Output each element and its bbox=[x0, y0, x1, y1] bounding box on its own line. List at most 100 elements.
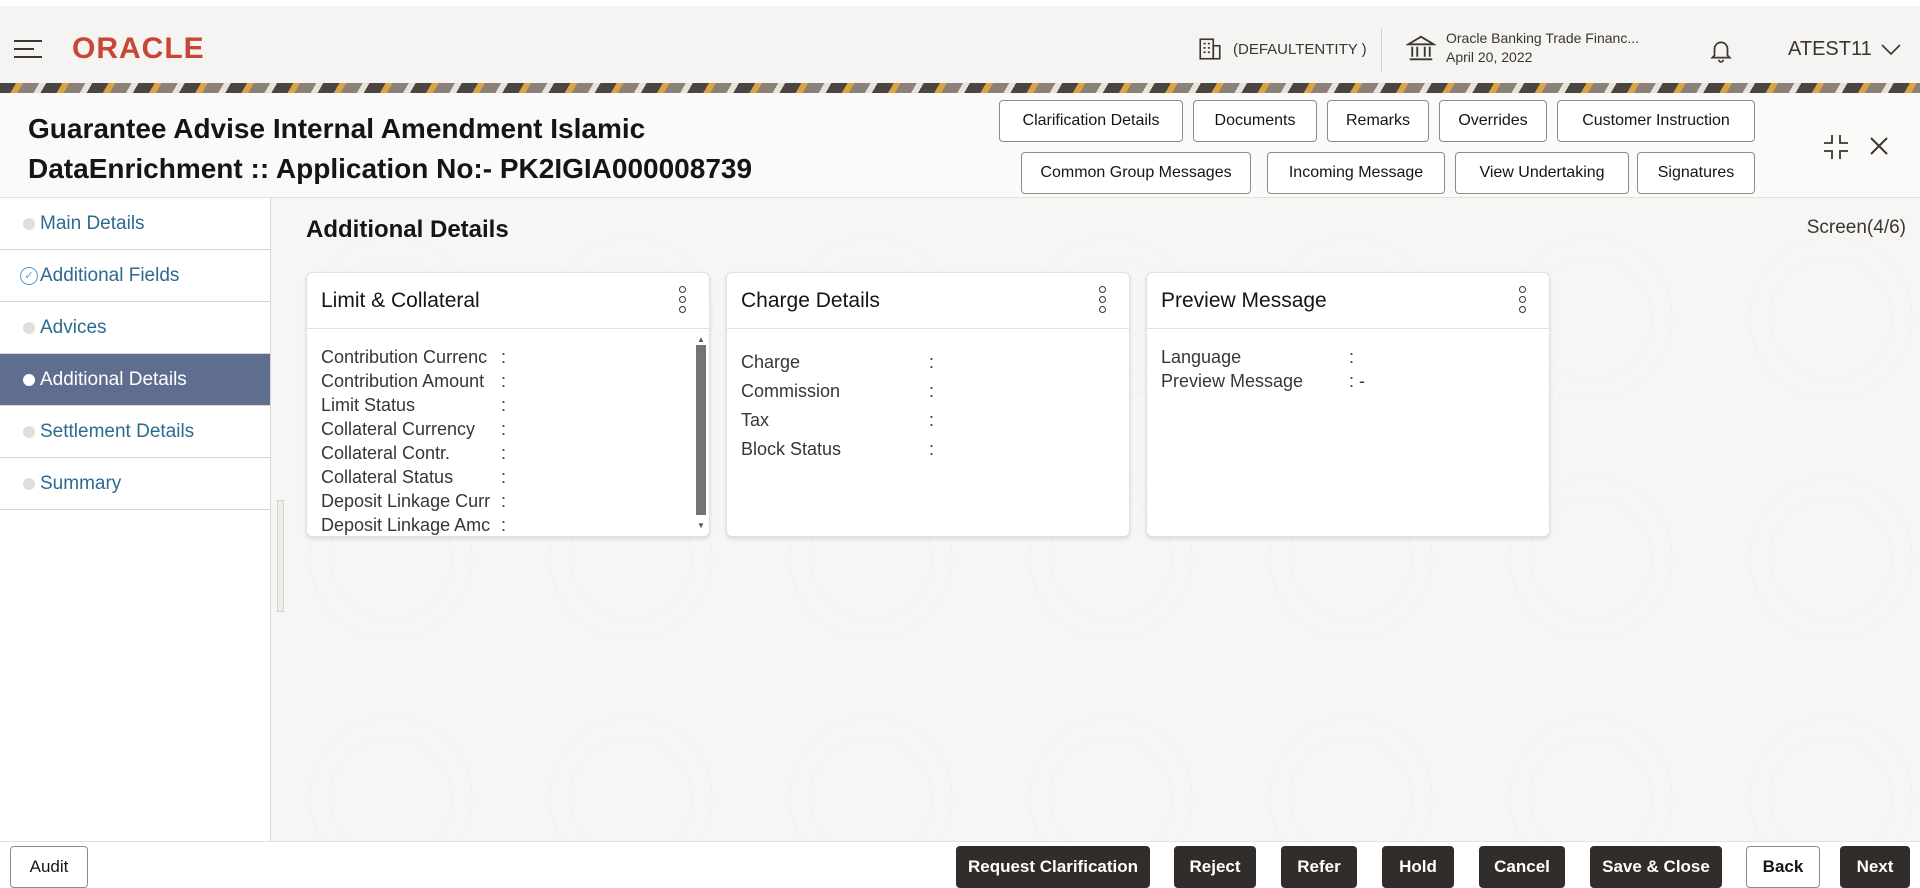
step-navigation: Main Details ✓ Additional Fields Advices… bbox=[0, 198, 271, 841]
collapse-icon[interactable] bbox=[1822, 133, 1850, 161]
field-value: : bbox=[501, 491, 507, 511]
back-button[interactable]: Back bbox=[1746, 846, 1820, 888]
card-fields: Contribution Currenc: Contribution Amoun… bbox=[321, 345, 506, 537]
overrides-button[interactable]: Overrides bbox=[1439, 100, 1547, 142]
field-value: : bbox=[501, 371, 507, 391]
field-label: Charge bbox=[741, 352, 801, 372]
scroll-up-icon[interactable]: ▲ bbox=[697, 335, 705, 344]
field-row: Deposit Linkage Curr: bbox=[321, 489, 506, 513]
signatures-button[interactable]: Signatures bbox=[1637, 152, 1755, 194]
decorative-band bbox=[0, 83, 1920, 93]
sidebar-item-summary[interactable]: Summary bbox=[0, 458, 270, 510]
chevron-down-icon bbox=[1881, 43, 1901, 55]
notification-bell-icon[interactable] bbox=[1708, 36, 1734, 64]
divider bbox=[1381, 28, 1382, 72]
field-value: : bbox=[501, 347, 507, 367]
field-row: Contribution Amount: bbox=[321, 369, 506, 393]
card-header: Preview Message bbox=[1147, 273, 1549, 329]
step-dot-icon bbox=[23, 477, 35, 490]
field-row: Language: bbox=[1161, 345, 1365, 369]
card-title: Preview Message bbox=[1161, 288, 1327, 312]
sidebar-item-label: Main Details bbox=[40, 212, 145, 234]
scroll-thumb[interactable] bbox=[696, 345, 706, 515]
cancel-button[interactable]: Cancel bbox=[1479, 846, 1565, 888]
sidebar-item-advices[interactable]: Advices bbox=[0, 302, 270, 354]
user-menu[interactable]: ATEST11 bbox=[1788, 38, 1902, 61]
card-header: Charge Details bbox=[727, 273, 1129, 329]
field-label: Tax bbox=[741, 410, 770, 430]
kebab-menu-icon[interactable] bbox=[1519, 286, 1529, 316]
save-close-button[interactable]: Save & Close bbox=[1590, 846, 1722, 888]
sidebar-item-label: Additional Fields bbox=[40, 264, 180, 286]
field-label: Collateral Currency bbox=[321, 419, 476, 439]
entity-label: (DEFAULTENTITY ) bbox=[1233, 40, 1367, 58]
page-title-line2: DataEnrichment :: Application No:- PK2IG… bbox=[28, 153, 753, 184]
request-clarification-button[interactable]: Request Clarification bbox=[956, 846, 1150, 888]
hold-button[interactable]: Hold bbox=[1382, 846, 1454, 888]
top-bar: ORACLE (DEFAULTENTITY ) Oracle Banking T… bbox=[0, 0, 1920, 83]
field-row: Limit Status: bbox=[321, 393, 506, 417]
bank-name: Oracle Banking Trade Financ... bbox=[1446, 30, 1639, 46]
scroll-down-icon[interactable]: ▼ bbox=[697, 521, 705, 530]
audit-button[interactable]: Audit bbox=[10, 846, 88, 888]
checkmark-icon: ✓ bbox=[20, 266, 38, 285]
card-header: Limit & Collateral bbox=[307, 273, 709, 329]
action-footer: Audit Request Clarification Reject Refer… bbox=[0, 841, 1920, 888]
view-undertaking-button[interactable]: View Undertaking bbox=[1455, 152, 1629, 194]
card-title: Charge Details bbox=[741, 288, 880, 312]
field-label: Collateral Contr. bbox=[321, 443, 451, 463]
step-dot-icon bbox=[23, 321, 35, 334]
field-row: Collateral Currency: bbox=[321, 417, 506, 441]
section-title: Additional Details bbox=[306, 216, 509, 243]
field-row: Collateral Status: bbox=[321, 465, 506, 489]
field-row: Contribution Currenc: bbox=[321, 345, 506, 369]
field-label: Contribution Currenc bbox=[321, 347, 488, 367]
step-dot-icon bbox=[23, 217, 35, 230]
customer-instruction-button[interactable]: Customer Instruction bbox=[1557, 100, 1755, 142]
field-label: Collateral Status bbox=[321, 467, 454, 487]
building-icon bbox=[1199, 38, 1221, 60]
hamburger-menu-icon[interactable] bbox=[14, 40, 42, 58]
sidebar-item-main-details[interactable]: Main Details bbox=[0, 198, 270, 250]
sidebar-item-label: Advices bbox=[40, 316, 107, 338]
step-dot-icon bbox=[23, 373, 35, 386]
remarks-button[interactable]: Remarks bbox=[1327, 100, 1429, 142]
card-fields: Charge: Commission: Tax: Block Status: bbox=[741, 348, 934, 464]
bank-icon bbox=[1406, 35, 1436, 60]
common-group-messages-button[interactable]: Common Group Messages bbox=[1021, 152, 1251, 194]
content-scrollbar[interactable] bbox=[277, 500, 284, 612]
card-scrollbar[interactable]: ▲ ▼ bbox=[695, 335, 707, 530]
incoming-message-button[interactable]: Incoming Message bbox=[1267, 152, 1445, 194]
bank-date: April 20, 2022 bbox=[1446, 49, 1533, 65]
bank-branch-selector[interactable]: Oracle Banking Trade Financ... April 20,… bbox=[1406, 30, 1639, 65]
field-label: Limit Status bbox=[321, 395, 416, 415]
close-icon[interactable] bbox=[1868, 135, 1890, 157]
field-label: Preview Message bbox=[1161, 371, 1304, 391]
field-label: Block Status bbox=[741, 439, 842, 459]
field-value: : bbox=[501, 395, 507, 415]
field-row: Commission: bbox=[741, 377, 934, 406]
sidebar-item-label: Settlement Details bbox=[40, 420, 195, 442]
page-title-line1: Guarantee Advise Internal Amendment Isla… bbox=[28, 113, 646, 144]
field-label: Contribution Amount bbox=[321, 371, 485, 391]
limit-collateral-card: Limit & Collateral Contribution Currenc:… bbox=[306, 272, 710, 537]
field-value: : bbox=[501, 443, 507, 463]
documents-button[interactable]: Documents bbox=[1193, 100, 1317, 142]
kebab-menu-icon[interactable] bbox=[679, 286, 689, 316]
clarification-details-button[interactable]: Clarification Details bbox=[999, 100, 1183, 142]
field-row: Preview Message : - bbox=[1161, 369, 1365, 393]
sidebar-item-settlement-details[interactable]: Settlement Details bbox=[0, 406, 270, 458]
sidebar-item-additional-details[interactable]: Additional Details bbox=[0, 354, 270, 406]
refer-button[interactable]: Refer bbox=[1281, 846, 1357, 888]
field-value: : bbox=[929, 410, 935, 430]
field-row: Block Status: bbox=[741, 435, 934, 464]
field-value: : - bbox=[1349, 371, 1365, 391]
sidebar-item-additional-fields[interactable]: ✓ Additional Fields bbox=[0, 250, 270, 302]
next-button[interactable]: Next bbox=[1840, 846, 1910, 888]
kebab-menu-icon[interactable] bbox=[1099, 286, 1109, 316]
field-label: Commission bbox=[741, 381, 841, 401]
field-label: Language bbox=[1161, 347, 1242, 367]
field-row: Collateral Contr.: bbox=[321, 441, 506, 465]
entity-selector[interactable]: (DEFAULTENTITY ) bbox=[1197, 36, 1367, 62]
reject-button[interactable]: Reject bbox=[1174, 846, 1256, 888]
